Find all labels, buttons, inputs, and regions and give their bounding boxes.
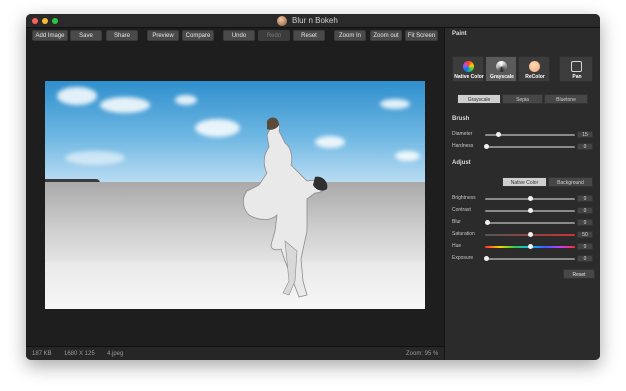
file-name: 4.jpeg xyxy=(107,351,124,357)
diameter-knob[interactable] xyxy=(496,132,501,137)
blur-label: Blur xyxy=(452,219,461,225)
exposure-value[interactable]: 0 xyxy=(577,255,593,262)
reset-toolbar-button[interactable]: Reset xyxy=(293,30,325,41)
filter-sepia[interactable]: Sepia xyxy=(502,94,543,104)
inspector-panel: Paint Native Color Grayscale ReColor Pan… xyxy=(444,28,600,360)
exposure-knob[interactable] xyxy=(484,256,490,261)
brightness-label: Brightness xyxy=(452,195,476,201)
saturation-knob[interactable] xyxy=(527,232,533,237)
close-window-button[interactable] xyxy=(32,18,38,24)
zoom-in-button[interactable]: Zoom In xyxy=(334,30,366,41)
photo-couple xyxy=(243,117,328,298)
contrast-knob[interactable] xyxy=(527,208,533,213)
app-icon xyxy=(277,16,287,26)
adjust-tab-background[interactable]: Background xyxy=(548,177,593,187)
filter-bluetone[interactable]: Bluetone xyxy=(544,94,588,104)
hue-label: Hue xyxy=(452,243,462,249)
grayscale-wheel-icon xyxy=(496,61,507,72)
adjust-reset-button[interactable]: Reset xyxy=(563,269,595,279)
file-size: 187 KB xyxy=(32,351,52,357)
status-bar: 187 KB 1680 X 125 4.jpeg Zoom: 95 % xyxy=(26,346,444,360)
compare-button[interactable]: Compare xyxy=(182,30,214,41)
mode-grayscale[interactable]: Grayscale xyxy=(485,56,517,82)
mode-label: Pan xyxy=(572,74,582,80)
edited-photo[interactable] xyxy=(45,81,425,309)
color-wheel-icon xyxy=(463,61,474,72)
contrast-slider[interactable] xyxy=(485,208,575,213)
zoom-level: Zoom: 95 % xyxy=(406,351,439,357)
image-canvas[interactable] xyxy=(26,44,444,344)
title-bar: Blur n Bokeh xyxy=(26,14,600,28)
contrast-label: Contrast xyxy=(452,207,471,213)
adjust-tab-native-color[interactable]: Native Color xyxy=(502,177,547,187)
contrast-value[interactable]: 0 xyxy=(577,207,593,214)
hue-knob[interactable] xyxy=(527,244,533,249)
filter-grayscale[interactable]: Grayscale xyxy=(457,94,501,104)
maximize-window-button[interactable] xyxy=(52,18,58,24)
saturation-value[interactable]: 50 xyxy=(577,231,593,238)
mode-label: Native Color xyxy=(454,74,484,80)
paint-section-label: Paint xyxy=(452,31,467,37)
preview-button[interactable]: Preview xyxy=(147,30,179,41)
mode-recolor[interactable]: ReColor xyxy=(518,56,550,82)
brush-section-label: Brush xyxy=(452,116,470,122)
hardness-value[interactable]: 0 xyxy=(577,143,593,150)
hue-slider[interactable] xyxy=(485,244,575,249)
hardness-slider[interactable] xyxy=(484,144,575,149)
brightness-slider[interactable] xyxy=(485,196,575,201)
hand-icon xyxy=(571,61,582,72)
hardness-label: Hardness xyxy=(452,143,474,149)
saturation-slider[interactable] xyxy=(485,232,575,237)
blur-value[interactable]: 0 xyxy=(577,219,593,226)
window-title: Blur n Bokeh xyxy=(292,16,338,25)
fit-screen-button[interactable]: Fit Screen xyxy=(405,30,438,41)
recolor-icon xyxy=(529,61,540,72)
brightness-knob[interactable] xyxy=(527,196,533,201)
mode-native-color[interactable]: Native Color xyxy=(452,56,484,82)
zoom-out-button[interactable]: Zoom out xyxy=(370,30,402,41)
adjust-section-label: Adjust xyxy=(452,160,471,166)
mode-label: ReColor xyxy=(525,74,545,80)
blur-slider[interactable] xyxy=(485,220,575,225)
mode-pan[interactable]: Pan xyxy=(559,56,593,82)
blur-knob[interactable] xyxy=(485,220,491,225)
save-button[interactable]: Save xyxy=(70,30,102,41)
exposure-label: Exposure xyxy=(452,255,474,261)
redo-button[interactable]: Redo xyxy=(258,30,290,41)
hardness-knob[interactable] xyxy=(484,144,490,149)
share-button[interactable]: Share xyxy=(106,30,138,41)
mode-label: Grayscale xyxy=(490,74,514,80)
app-window: Blur n Bokeh Add Image Save Share Previe… xyxy=(26,14,600,360)
saturation-label: Saturation xyxy=(452,231,475,237)
diameter-slider[interactable] xyxy=(485,132,575,137)
add-image-button[interactable]: Add Image xyxy=(32,30,68,41)
diameter-value[interactable]: 15 xyxy=(577,131,593,138)
undo-button[interactable]: Undo xyxy=(223,30,255,41)
brightness-value[interactable]: 0 xyxy=(577,195,593,202)
exposure-slider[interactable] xyxy=(484,256,575,261)
minimize-window-button[interactable] xyxy=(42,18,48,24)
diameter-label: Diameter xyxy=(452,131,473,137)
image-dimensions: 1680 X 125 xyxy=(64,351,95,357)
hue-value[interactable]: 0 xyxy=(577,243,593,250)
